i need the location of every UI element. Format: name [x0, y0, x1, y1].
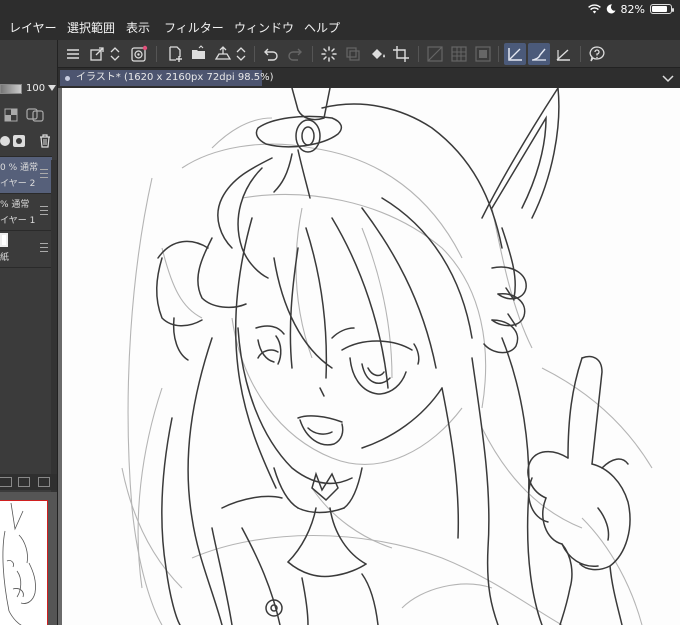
info-tab[interactable]	[38, 477, 50, 487]
toolbar-separator	[312, 46, 313, 62]
crop-icon[interactable]	[390, 43, 412, 65]
menu-filter[interactable]: フィルター	[164, 20, 224, 36]
layer-name-label: 紙	[0, 253, 10, 263]
menu-icon[interactable]	[62, 43, 84, 65]
layer-drag-handle[interactable]	[40, 169, 48, 178]
menu-layer[interactable]: レイヤー	[9, 20, 57, 36]
help-icon[interactable]	[586, 43, 608, 65]
layer-panel: 100 0 % 通常 イヤー 2 % 通常 イヤー 1 紙	[0, 40, 58, 625]
thumbnail-sketch	[2, 502, 36, 625]
subview-tab[interactable]	[18, 477, 30, 487]
opacity-slider[interactable]	[0, 84, 22, 94]
sketch-illustration	[121, 88, 653, 625]
navigator-tab[interactable]	[0, 477, 12, 487]
battery-percent: 82%	[620, 2, 645, 16]
toolbar-separator	[156, 46, 157, 62]
tab-dot-icon	[65, 76, 70, 81]
trash-icon[interactable]	[38, 134, 52, 148]
status-bar: 82%	[587, 2, 674, 16]
layer-name-label: イヤー 2	[0, 179, 36, 189]
layer-panel-scrollbar[interactable]	[51, 160, 57, 500]
menu-selection[interactable]: 選択範囲	[67, 20, 115, 36]
undo-icon[interactable]	[260, 43, 282, 65]
chevron-down-icon[interactable]	[662, 72, 674, 84]
loading-icon[interactable]	[318, 43, 340, 65]
snap-frame-icon[interactable]	[472, 43, 494, 65]
menu-help[interactable]: ヘルプ	[304, 20, 340, 36]
stepper-icon[interactable]	[234, 43, 248, 65]
toolbar-separator	[580, 46, 581, 62]
export-icon[interactable]	[212, 43, 234, 65]
special-ruler-icon[interactable]	[528, 43, 550, 65]
menu-bar: レイヤー 選択範囲 表示 フィルター ウィンドウ ヘルプ 82%	[0, 0, 680, 40]
menu-window[interactable]: ウィンドウ	[234, 20, 294, 36]
menu-view[interactable]: 表示	[126, 20, 150, 36]
open-icon[interactable]	[188, 43, 210, 65]
layer-row-paper[interactable]: 紙	[0, 231, 52, 267]
perspective-icon[interactable]	[552, 43, 574, 65]
navigator-tabs	[0, 474, 57, 490]
layer-blend-label: 0 % 通常	[0, 163, 38, 173]
layer-row-1[interactable]: % 通常 イヤー 1	[0, 194, 52, 230]
record-icon[interactable]	[128, 43, 150, 65]
battery-fill	[652, 6, 667, 12]
new-layer-icon[interactable]	[164, 43, 186, 65]
document-title: イラスト* (1620 x 2160px 72dpi 98.5%)	[76, 72, 274, 83]
layer-name-label: イヤー 1	[0, 216, 36, 226]
stepper-icon[interactable]	[108, 43, 122, 65]
layer-drag-handle[interactable]	[40, 243, 48, 252]
reference-layer-icon[interactable]	[26, 108, 44, 122]
ruler-snap-icon[interactable]	[504, 43, 526, 65]
clear-icon[interactable]	[342, 43, 364, 65]
navigator-preview[interactable]	[0, 492, 57, 625]
command-bar	[58, 40, 680, 68]
snap-grid-icon[interactable]	[448, 43, 470, 65]
drawing-canvas[interactable]	[62, 88, 680, 625]
transform-icon[interactable]	[86, 43, 108, 65]
battery-icon	[650, 4, 674, 14]
navigator-canvas-thumbnail	[0, 500, 48, 625]
document-tab-bar: イラスト* (1620 x 2160px 72dpi 98.5%)	[58, 68, 680, 88]
toolbar-separator	[498, 46, 499, 62]
layer-blend-label: % 通常	[0, 200, 30, 210]
layer-mask-icon[interactable]	[4, 108, 18, 122]
snap-off-icon[interactable]	[424, 43, 446, 65]
layer-row-2[interactable]: 0 % 通常 イヤー 2	[0, 157, 52, 193]
paper-color-swatch	[0, 233, 8, 247]
opacity-value[interactable]: 100	[26, 83, 45, 94]
opacity-dropdown-icon[interactable]	[48, 85, 56, 91]
wifi-icon	[587, 4, 601, 14]
layer-drag-handle[interactable]	[40, 206, 48, 215]
moon-icon	[606, 4, 616, 14]
toolbar-separator	[254, 46, 255, 62]
line-art-layer	[156, 88, 631, 625]
layer-color-icon[interactable]	[12, 134, 26, 148]
document-tab[interactable]: イラスト* (1620 x 2160px 72dpi 98.5%)	[60, 70, 274, 86]
canvas-area[interactable]	[58, 88, 680, 625]
redo-icon[interactable]	[284, 43, 306, 65]
toolbar-separator	[418, 46, 419, 62]
layer-divider	[0, 267, 52, 268]
fill-icon[interactable]	[366, 43, 388, 65]
